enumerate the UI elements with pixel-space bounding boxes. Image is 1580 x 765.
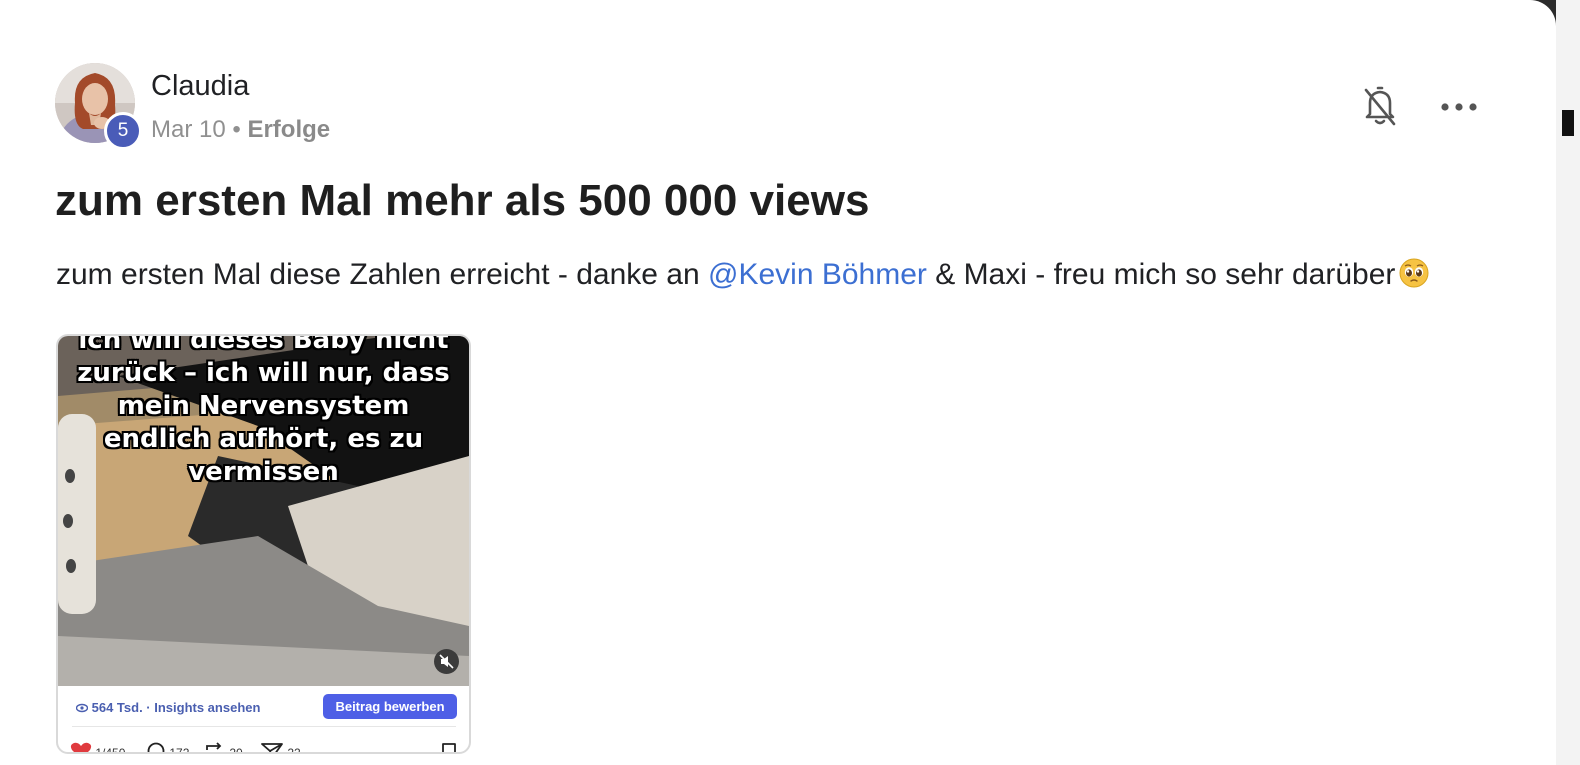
- comments-count: 172: [169, 746, 190, 754]
- post-date[interactable]: Mar 10: [151, 116, 226, 143]
- reposts-stat[interactable]: 20: [204, 742, 243, 754]
- divider: [72, 726, 456, 727]
- video-caption-overlay: ich will dieses Baby nicht zurück – ich …: [58, 336, 469, 489]
- caption-line: mein Nervensystem: [117, 391, 410, 421]
- comment-icon: [147, 742, 165, 752]
- send-icon: [261, 743, 283, 752]
- post-body-text-end: & Maxi - freu mich so sehr darüber: [926, 258, 1396, 291]
- mute-icon[interactable]: [434, 649, 459, 674]
- pleading-face-emoji-icon: [1399, 258, 1429, 288]
- bell-off-icon[interactable]: [1360, 84, 1400, 128]
- post-card: 5 Claudia Mar 10 • Erfolge zum ersten Ma…: [0, 0, 1556, 765]
- shares-stat[interactable]: 22: [260, 742, 301, 754]
- promote-post-button[interactable]: Beitrag bewerben: [323, 694, 457, 719]
- caption-line: zurück – ich will nur, dass: [77, 358, 450, 388]
- adjacent-window-edge: [1556, 0, 1580, 765]
- post-meta: Mar 10 • Erfolge: [151, 116, 330, 144]
- window-edge-mark: [1562, 110, 1574, 136]
- reposts-count: 20: [229, 746, 243, 754]
- post-body-text-start: zum ersten Mal diese Zahlen erreicht - d…: [56, 258, 708, 291]
- author-name[interactable]: Claudia: [151, 70, 249, 103]
- shares-count: 22: [287, 746, 301, 754]
- repost-icon: [206, 742, 224, 752]
- meta-separator: •: [232, 116, 241, 143]
- bookmark-icon[interactable]: [440, 742, 458, 752]
- caption-line: vermissen: [188, 457, 339, 487]
- caption-line: ich will dieses Baby nicht: [78, 336, 449, 355]
- video-preview[interactable]: ich will dieses Baby nicht zurück – ich …: [58, 336, 469, 686]
- insights-link[interactable]: 564 Tsd. · Insights ansehen: [75, 700, 261, 715]
- comments-stat[interactable]: 172: [146, 742, 190, 754]
- heart-icon: [70, 742, 92, 752]
- post-title: zum ersten Mal mehr als 500 000 views: [55, 176, 870, 225]
- likes-stat[interactable]: 1/450: [70, 742, 126, 754]
- likes-count: 1/450: [95, 746, 126, 754]
- post-category[interactable]: Erfolge: [247, 116, 330, 143]
- caption-line: endlich aufhört, es zu: [103, 424, 424, 454]
- insights-text: 564 Tsd. · Insights ansehen: [91, 700, 261, 715]
- more-horizontal-icon[interactable]: [1437, 92, 1481, 122]
- level-badge: 5: [104, 112, 142, 150]
- insights-bar: 564 Tsd. · Insights ansehen Beitrag bewe…: [58, 686, 469, 726]
- post-body: zum ersten Mal diese Zahlen erreicht - d…: [56, 258, 1429, 292]
- attached-screenshot[interactable]: ich will dieses Baby nicht zurück – ich …: [56, 334, 471, 754]
- stats-row: 1/450 172 20 22: [68, 738, 463, 754]
- mention-link[interactable]: @Kevin Böhmer: [708, 258, 927, 291]
